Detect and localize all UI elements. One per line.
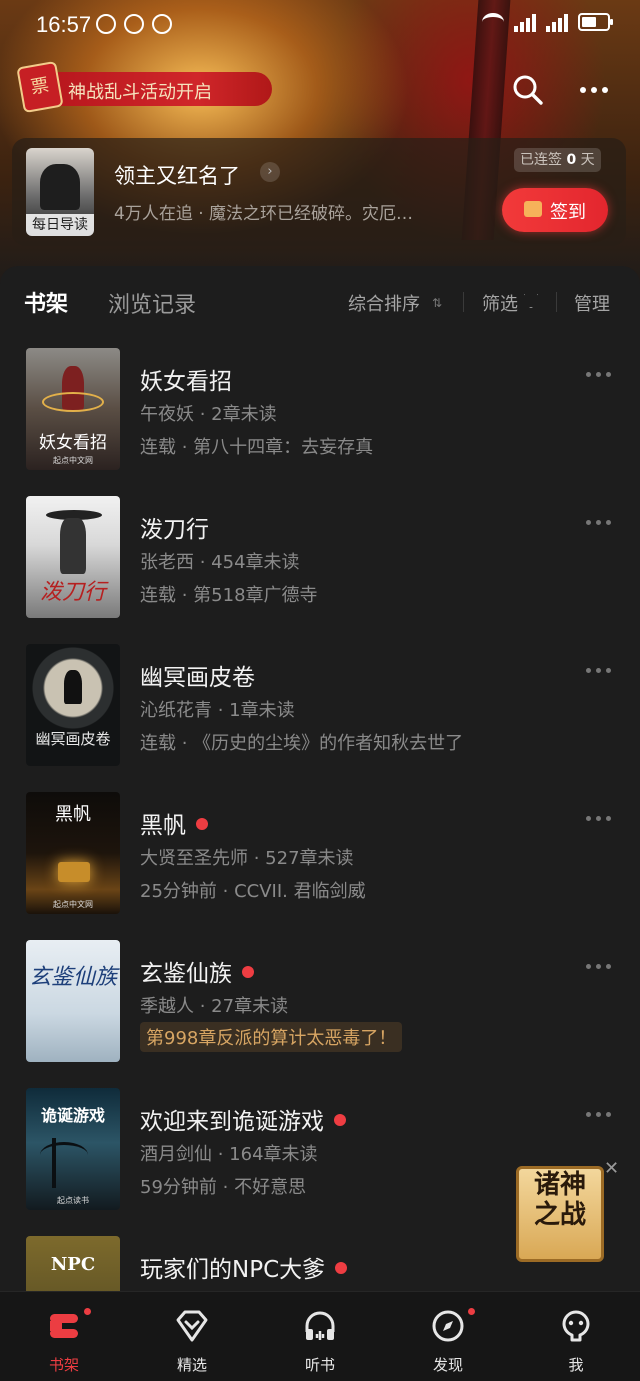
book-more-icon[interactable] [586, 964, 618, 974]
book-title: 玄鉴仙族 [140, 954, 254, 988]
book-item[interactable]: 黑帆 起点中文网 黑帆 大贤至圣先师 · 527章未读 25分钟前 · CCVI… [0, 792, 640, 928]
update-badge [196, 818, 208, 830]
notification-icons [96, 14, 172, 34]
book-more-icon[interactable] [586, 668, 618, 678]
book-item[interactable]: 妖女看招 起点中文网 妖女看招 午夜妖 · 2章未读 连载 · 第八十四章：去妄… [0, 348, 640, 484]
book-item[interactable]: 泼刀行 泼刀行 张老西 · 454章未读 连载 · 第518章广德寺 [0, 496, 640, 632]
book-more-icon[interactable] [586, 372, 618, 382]
event-label: 神战乱斗活动开启 [68, 82, 212, 103]
signin-button[interactable]: 签到 [502, 188, 608, 232]
bookshelf-icon [50, 1314, 78, 1338]
book-item[interactable]: 幽冥画皮卷 幽冥画皮卷 沁纸花青 · 1章未读 连载 · 《历史的尘埃》的作者知… [0, 644, 640, 780]
book-author-unread: 张老西 · 454章未读 [140, 552, 300, 573]
update-badge [335, 1262, 348, 1274]
daily-book-summary: 4万人在追 · 魔法之环已经破碎。灾厄… [114, 204, 414, 224]
book-latest-chapter: 连载 · 《历史的尘埃》的作者知秋去世了 [140, 733, 464, 754]
book-cover[interactable]: 玄鉴仙族 [26, 940, 120, 1062]
eye-icon [124, 14, 144, 34]
book-latest-chapter: 第998章反派的算计太恶毒了！ [140, 1022, 403, 1052]
clock: 16:57 [36, 12, 92, 37]
tab-browse-history[interactable]: 浏览记录 [108, 287, 196, 319]
bottom-navigation: 书架 精选 听书 发现 我 [0, 1291, 640, 1381]
nav-badge [82, 1306, 93, 1317]
book-cover[interactable]: 幽冥画皮卷 [26, 644, 120, 766]
app-notification-icon [96, 14, 116, 34]
more-icon[interactable] [574, 74, 614, 106]
signin-streak: 已连签 0 天 [514, 148, 601, 172]
alarm-icon [152, 14, 172, 34]
daily-book-cover[interactable]: 每日导读 [26, 148, 94, 236]
book-title: 黑帆 [140, 806, 208, 840]
battery-icon [578, 13, 613, 31]
book-cover[interactable]: 泼刀行 [26, 496, 120, 618]
manage-button[interactable]: 管理 [574, 290, 610, 316]
divider [556, 292, 557, 312]
game-ad-title: 诸神之战 [533, 1170, 586, 1230]
nav-bookshelf[interactable]: 书架 [0, 1292, 128, 1381]
sort-arrows-icon: ⇅ [432, 296, 443, 310]
book-title: 欢迎来到诡诞游戏 [140, 1102, 346, 1136]
book-title: 妖女看招 [140, 369, 232, 395]
book-author-unread: 沁纸花青 · 1章未读 [140, 700, 295, 721]
book-author-unread: 季越人 · 27章未读 [140, 996, 289, 1017]
update-badge [242, 966, 254, 978]
nav-profile[interactable]: 我 [512, 1292, 640, 1381]
signal-icon [514, 12, 536, 32]
nav-discover[interactable]: 发现 [384, 1292, 512, 1381]
filter-button[interactable]: 筛选 [482, 290, 518, 316]
nav-featured[interactable]: 精选 [128, 1292, 256, 1381]
book-latest-chapter: 25分钟前 · CCVII. 君临剑威 [140, 881, 366, 902]
book-more-icon[interactable] [586, 816, 618, 826]
book-more-icon[interactable] [586, 520, 618, 530]
shelf-tabs: 书架 浏览记录 综合排序 ⇅ 筛选 管理 [0, 266, 640, 338]
book-author-unread: 大贤至圣先师 · 527章未读 [140, 848, 354, 869]
daily-book-title[interactable]: 领主又红名了 [114, 160, 240, 190]
system-icons [482, 12, 613, 32]
book-title: 泼刀行 [140, 517, 209, 543]
book-latest-chapter: 59分钟前 · 不好意思 [140, 1177, 307, 1198]
signal-4g-icon [546, 12, 568, 32]
profile-icon [562, 1310, 590, 1342]
status-bar: 16:57 [0, 0, 640, 52]
book-cover[interactable]: 妖女看招 起点中文网 [26, 348, 120, 470]
book-title: 玩家们的NPC大爹 [140, 1250, 348, 1284]
daily-cover-label: 每日导读 [26, 214, 94, 236]
book-author-unread: 午夜妖 · 2章未读 [140, 404, 277, 425]
wifi-icon [482, 13, 504, 31]
book-latest-chapter: 连载 · 第518章广德寺 [140, 585, 318, 606]
book-author-unread: 酒月剑仙 · 164章未读 [140, 1144, 318, 1165]
compass-icon [432, 1310, 464, 1342]
chevron-right-icon: › [260, 162, 280, 182]
diamond-icon [176, 1310, 208, 1342]
update-badge [334, 1114, 346, 1126]
book-cover[interactable]: 黑帆 起点中文网 [26, 792, 120, 914]
ticket-icon: 票 [16, 60, 64, 114]
divider [463, 292, 464, 312]
daily-recommendation-card[interactable]: 每日导读 领主又红名了 › 4万人在追 · 魔法之环已经破碎。灾厄… 已连签 0… [12, 138, 626, 246]
bookshelf-panel: 书架 浏览记录 综合排序 ⇅ 筛选 管理 妖女看招 起点中文网 妖女看招 午夜妖… [0, 266, 640, 1291]
book-latest-chapter: 连载 · 第八十四章：去妄存真 [140, 437, 374, 458]
book-title: 幽冥画皮卷 [140, 665, 255, 691]
close-icon[interactable]: ✕ [604, 1158, 619, 1179]
gift-icon [524, 201, 542, 217]
book-cover[interactable]: NPC [26, 1236, 120, 1291]
tab-bookshelf[interactable]: 书架 [22, 286, 68, 318]
headphones-icon [305, 1311, 335, 1340]
event-banner-button[interactable]: 票 神战乱斗活动开启 [16, 60, 272, 114]
book-cover[interactable]: 诡诞游戏 起点读书 [26, 1088, 120, 1210]
book-item[interactable]: 玄鉴仙族 玄鉴仙族 季越人 · 27章未读 第998章反派的算计太恶毒了！ [0, 940, 640, 1076]
sort-button[interactable]: 综合排序 [348, 290, 420, 316]
floating-game-ad[interactable]: 诸神之战 [510, 1162, 610, 1266]
nav-audiobooks[interactable]: 听书 [256, 1292, 384, 1381]
book-more-icon[interactable] [586, 1112, 618, 1122]
search-icon[interactable] [512, 74, 544, 106]
nav-badge [466, 1306, 477, 1317]
filter-icon [524, 294, 538, 308]
